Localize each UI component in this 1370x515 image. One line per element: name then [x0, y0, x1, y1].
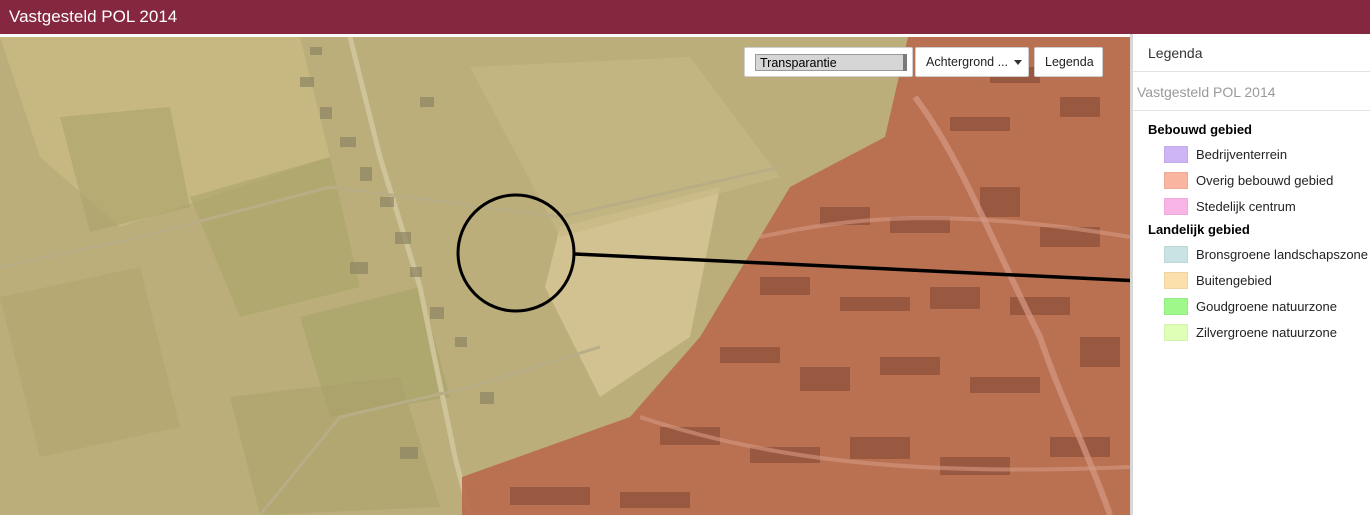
background-dropdown[interactable]: Achtergrond ...	[915, 47, 1029, 77]
legend-item-label: Overig bebouwd gebied	[1196, 172, 1334, 188]
legend-swatch	[1164, 145, 1188, 163]
legend-item: Zilvergroene natuurzone	[1133, 319, 1370, 345]
legend-group-title: Landelijk gebied	[1148, 222, 1250, 237]
transparency-label: Transparantie	[760, 56, 837, 70]
legend-item-label: Zilvergroene natuurzone	[1196, 324, 1337, 340]
app-title: Vastgesteld POL 2014	[9, 7, 178, 26]
legend-panel: Legenda Vastgesteld POL 2014 Bebouwd geb…	[1133, 34, 1370, 515]
legend-item-label: Goudgroene natuurzone	[1196, 298, 1337, 314]
legend-groups: Bebouwd gebied Bedrijventerrein Overig b…	[1133, 111, 1370, 345]
legend-swatch	[1164, 323, 1188, 341]
legend-layer-name: Vastgesteld POL 2014	[1133, 72, 1370, 111]
legend-item: Overig bebouwd gebied	[1133, 167, 1370, 193]
legend-item: Stedelijk centrum	[1133, 193, 1370, 219]
legend-item-label: Bedrijventerrein	[1196, 146, 1288, 162]
caret-down-icon	[1014, 60, 1022, 66]
legend-swatch	[1164, 245, 1188, 263]
legend-item-label: Buitengebied	[1196, 272, 1272, 288]
legend-item-label: Stedelijk centrum	[1196, 198, 1296, 214]
legend-swatch	[1164, 171, 1188, 189]
legend-group-title: Bebouwd gebied	[1148, 122, 1252, 137]
legend-item: Goudgroene natuurzone	[1133, 293, 1370, 319]
legend-swatch	[1164, 271, 1188, 289]
legend-swatch	[1164, 197, 1188, 215]
transparency-handle[interactable]	[903, 54, 907, 71]
legend-button[interactable]: Legenda	[1034, 47, 1103, 77]
app-title-bar: Vastgesteld POL 2014	[0, 0, 1370, 34]
legend-item-label: Bronsgroene landschapszone	[1196, 246, 1369, 262]
legend-item: Bedrijventerrein	[1133, 141, 1370, 167]
legend-panel-title: Legenda	[1133, 34, 1370, 72]
transparency-control[interactable]: Transparantie	[744, 47, 913, 77]
map-view[interactable]: Transparantie Achtergrond ... Legenda	[0, 37, 1130, 515]
transparency-slider[interactable]: Transparantie	[755, 54, 907, 71]
map-canvas[interactable]	[0, 37, 1130, 515]
legend-swatch	[1164, 297, 1188, 315]
legend-item: Bronsgroene landschapszone	[1133, 241, 1370, 267]
legend-item: Buitengebied	[1133, 267, 1370, 293]
background-dropdown-label: Achtergrond ...	[926, 55, 1008, 69]
legend-button-label: Legenda	[1045, 55, 1094, 69]
